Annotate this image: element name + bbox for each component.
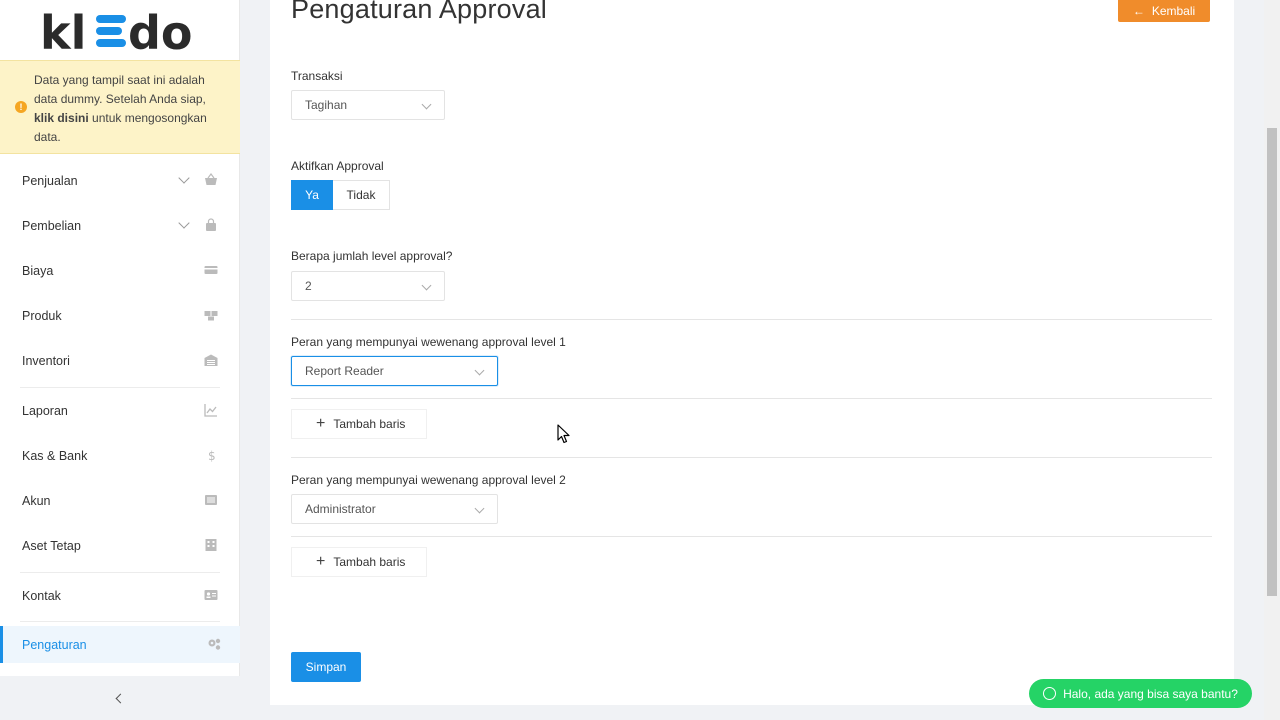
sidebar-item-laporan[interactable]: Laporan [0,388,240,433]
page-scrollbar[interactable] [1264,0,1280,720]
sidebar-collapse-button[interactable] [0,676,240,720]
whatsapp-icon [1043,687,1057,700]
level-count-select[interactable]: 2 [291,271,445,301]
plus-icon: + [316,415,326,432]
warning-icon: ! [15,101,27,113]
building-icon [205,539,217,551]
chevron-down-icon [421,99,432,110]
gears-icon [208,638,221,650]
save-button[interactable]: Simpan [291,652,361,682]
warehouse-icon [204,354,218,366]
whatsapp-chat-button[interactable]: Halo, ada yang bisa saya bantu? [1029,679,1252,708]
dollar-icon: $ [208,449,216,462]
back-button[interactable]: ← Kembali [1118,0,1210,22]
plus-icon: + [316,553,326,570]
sidebar-item-kas-bank[interactable]: Kas & Bank $ [0,433,240,478]
level1-label: Peran yang mempunyai wewenang approval l… [291,335,566,349]
bag-icon [206,218,216,231]
level2-label: Peran yang mempunyai wewenang approval l… [291,473,566,487]
notice-clear-link[interactable]: klik disini [34,111,89,125]
transaksi-label: Transaksi [291,69,343,83]
sidebar-item-inventori[interactable]: Inventori [0,338,240,383]
chevron-down-icon [474,503,485,514]
mouse-cursor-icon [557,424,570,444]
level2-add-row-button[interactable]: + Tambah baris [291,547,427,577]
sidebar-item-penjualan[interactable]: Penjualan [0,158,240,203]
level-count-label: Berapa jumlah level approval? [291,249,453,263]
page-title: Pengaturan Approval [291,0,547,24]
sidebar-item-aset-tetap[interactable]: Aset Tetap [0,523,240,568]
kledo-logo[interactable]: kl do [0,0,239,60]
dummy-data-notice: ! Data yang tampil saat ini adalah data … [0,60,240,154]
credit-card-icon [204,266,218,274]
sidebar-item-pembelian[interactable]: Pembelian [0,203,240,248]
section-divider [291,319,1212,320]
scrollbar-thumb[interactable] [1267,128,1277,596]
chevron-down-icon [421,280,432,291]
toggle-tidak-button[interactable]: Tidak [333,180,390,210]
main-content: Pengaturan Approval ← Kembali Transaksi … [270,0,1234,705]
basket-icon [205,173,217,185]
notice-text-before: Data yang tampil saat ini adalah data du… [34,73,206,106]
kledo-logo-mark: kl do [40,6,193,55]
arrow-left-icon: ← [1132,4,1145,18]
add-row-label: Tambah baris [333,555,406,569]
menu-divider [20,621,220,622]
aktifkan-approval-toggle: Ya Tidak [291,180,390,210]
aktifkan-approval-label: Aktifkan Approval [291,159,384,173]
level2-role-select-value: Administrator [305,502,376,516]
sidebar-item-kontak[interactable]: Kontak [0,573,240,618]
back-button-label: Kembali [1151,4,1196,18]
list-icon [205,495,217,505]
line-chart-icon [204,404,217,417]
level2-role-select[interactable]: Administrator [291,494,498,524]
svg-text:$: $ [208,449,216,462]
transaksi-select[interactable]: Tagihan [291,90,445,120]
level1-role-select[interactable]: Report Reader [291,356,498,386]
sidebar-item-biaya[interactable]: Biaya [0,248,240,293]
chat-label: Halo, ada yang bisa saya bantu? [1063,686,1238,701]
sidebar: kl do ! Data yang tampil saat ini adalah… [0,0,240,720]
boxes-icon [204,311,218,321]
sidebar-item-akun[interactable]: Akun [0,478,240,523]
svg-text:do: do [128,6,193,55]
sidebar-item-produk[interactable]: Produk [0,293,240,338]
section-divider [291,457,1212,458]
level1-add-row-button[interactable]: + Tambah baris [291,409,427,439]
chevron-down-icon [474,365,485,376]
sidebar-item-pengaturan[interactable]: Pengaturan [0,626,240,663]
svg-text:kl: kl [40,6,86,55]
transaksi-select-value: Tagihan [305,98,348,112]
chevron-left-icon [115,693,125,703]
section-divider [291,398,1212,399]
section-divider [291,536,1212,537]
level1-role-select-value: Report Reader [305,364,384,378]
toggle-ya-button[interactable]: Ya [291,180,333,210]
contact-card-icon [204,590,218,600]
add-row-label: Tambah baris [333,417,406,431]
level-count-select-value: 2 [305,279,312,293]
